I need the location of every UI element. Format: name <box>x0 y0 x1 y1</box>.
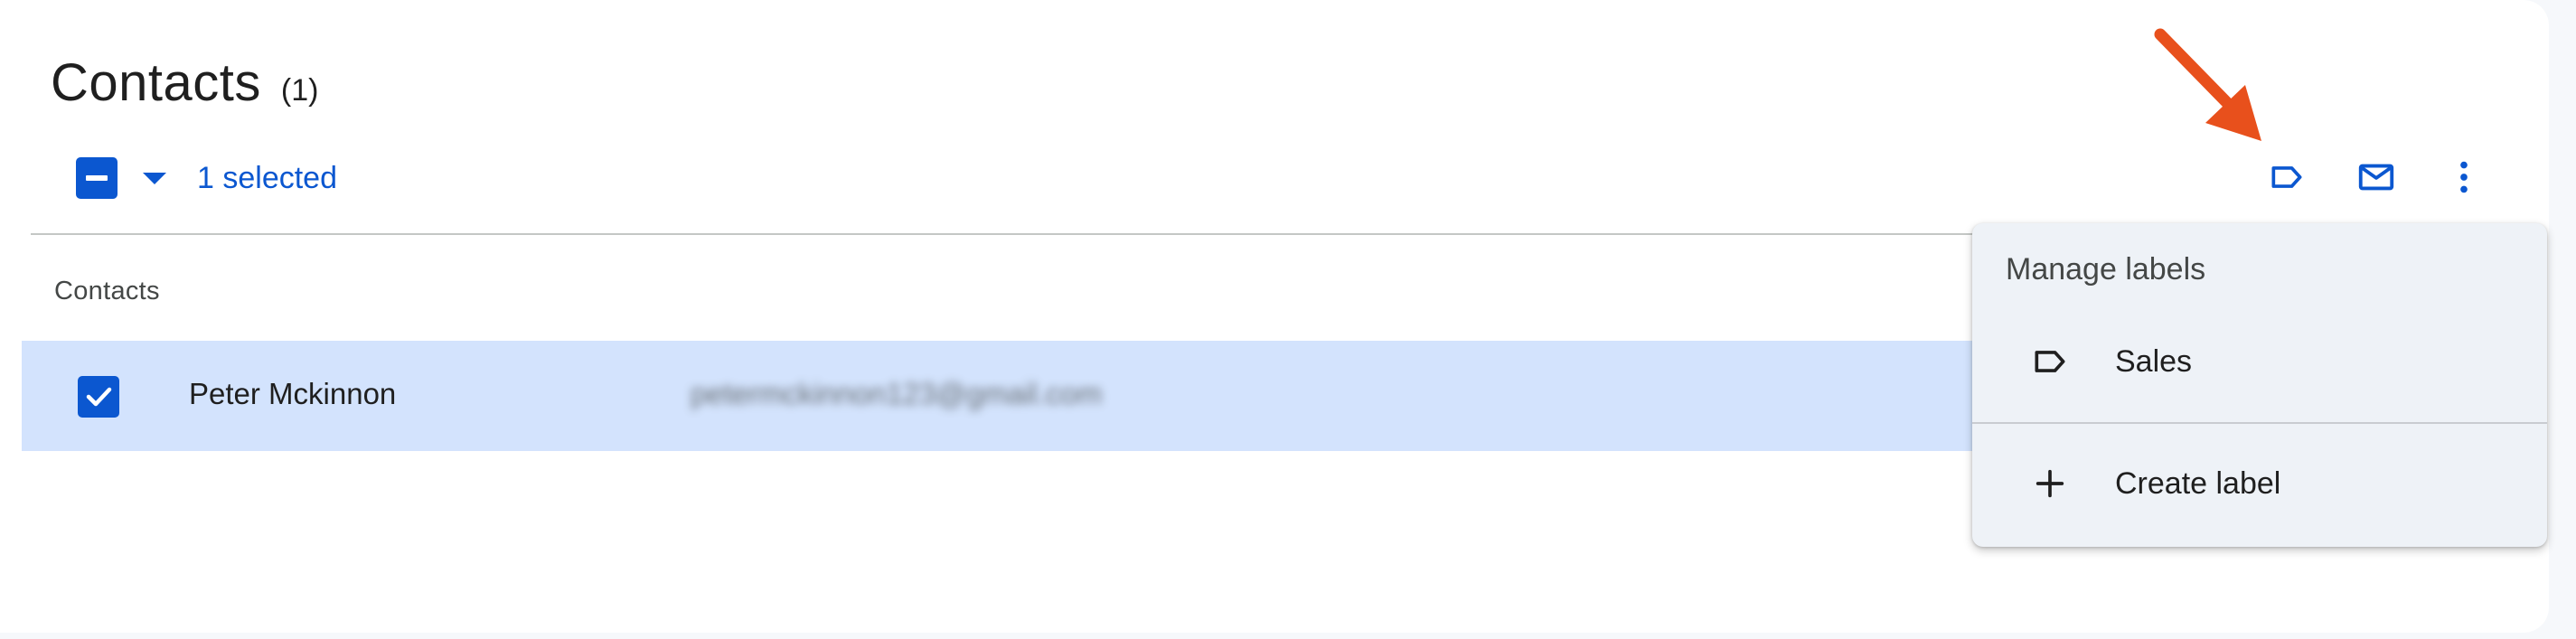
page-title-row: Contacts (1) <box>51 52 318 113</box>
mail-icon <box>2358 164 2394 191</box>
menu-item-label: Sales <box>2115 343 2193 379</box>
selected-count: 1 selected <box>197 160 337 195</box>
label-icon <box>2271 166 2302 188</box>
annotation-arrow-icon <box>2154 28 2261 141</box>
menu-item-create-label[interactable]: Create label <box>1972 440 2547 527</box>
check-icon <box>86 387 112 407</box>
manage-labels-button[interactable] <box>2258 148 2316 206</box>
menu-item-sales-label[interactable]: Sales <box>1972 318 2547 405</box>
send-email-button[interactable] <box>2347 148 2405 206</box>
table-row[interactable]: Peter Mckinnon petermckinnon123@gmail.co… <box>22 341 2010 451</box>
select-all-checkbox[interactable] <box>76 157 118 199</box>
page-title: Contacts <box>51 53 261 112</box>
section-label: Contacts <box>54 277 160 305</box>
menu-item-label: Create label <box>2115 465 2281 501</box>
page: Contacts (1) 1 selected Contacts Peter M… <box>0 0 2576 639</box>
selection-dropdown-caret-icon[interactable] <box>143 172 166 184</box>
menu-header: Manage labels <box>2006 252 2206 287</box>
more-actions-button[interactable] <box>2435 148 2493 206</box>
contact-name: Peter Mckinnon <box>189 377 397 410</box>
manage-labels-menu: Manage labels Sales Create label <box>1972 223 2547 547</box>
contact-email: petermckinnon123@gmail.com <box>691 377 1103 410</box>
selection-bar: 1 selected <box>76 154 337 202</box>
more-vert-icon <box>2460 161 2468 193</box>
contact-count: (1) <box>280 73 319 108</box>
menu-divider <box>1972 422 2547 424</box>
label-icon <box>2028 340 2072 383</box>
row-checkbox[interactable] <box>78 376 119 418</box>
plus-icon <box>2028 462 2072 505</box>
